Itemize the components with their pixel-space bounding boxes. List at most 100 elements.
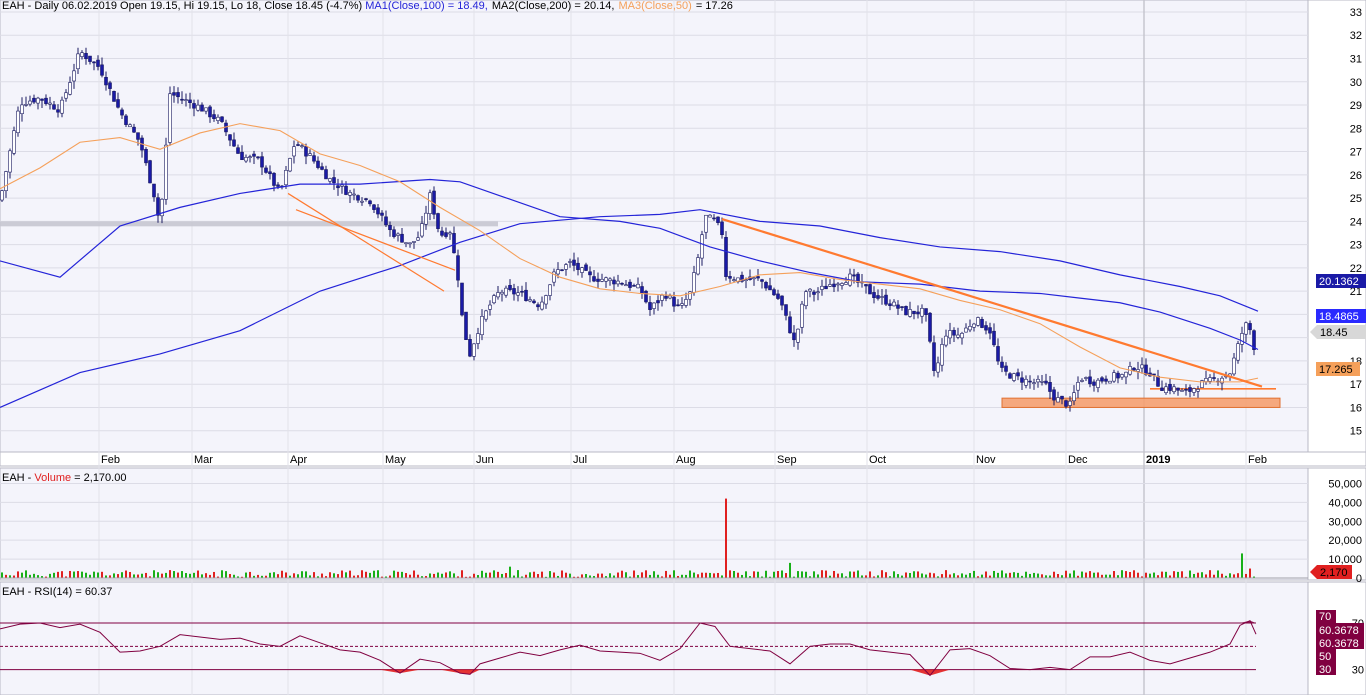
candle-body xyxy=(980,319,984,328)
volume-bar xyxy=(805,571,807,578)
candle-body xyxy=(128,124,132,128)
volume-bar xyxy=(181,571,183,578)
candle-body xyxy=(288,158,292,172)
ma2-label: MA2(Close,200) = 20.14, xyxy=(492,0,615,12)
volume-bar xyxy=(941,574,943,578)
candle-body xyxy=(272,172,276,186)
volume-bar xyxy=(713,573,715,578)
volume-bar xyxy=(1073,570,1075,578)
price-tick-label: 29 xyxy=(1350,100,1362,112)
candle-body xyxy=(164,144,168,200)
candle-body xyxy=(668,295,672,299)
volume-bar xyxy=(69,570,71,578)
volume-bar xyxy=(205,573,207,578)
volume-bar xyxy=(25,570,27,578)
candle-body xyxy=(76,53,80,70)
volume-bar xyxy=(1025,571,1027,578)
candle-body xyxy=(864,284,868,287)
candle-body xyxy=(1016,372,1020,377)
rsi-panel[interactable] xyxy=(0,581,1309,695)
volume-header-value: = 2,170.00 xyxy=(71,472,126,484)
volume-bar xyxy=(157,572,159,578)
price-header-info: - Daily 06.02.2019 Open 19.15, Hi 19.15,… xyxy=(25,0,366,12)
candle-body xyxy=(916,311,920,315)
candle-body xyxy=(620,282,624,285)
volume-bar xyxy=(273,572,275,578)
volume-bar xyxy=(953,573,955,578)
candle-body xyxy=(480,316,484,336)
volume-bar xyxy=(61,571,63,578)
candle-body xyxy=(712,217,716,220)
candle-body xyxy=(220,116,224,122)
volume-bar xyxy=(401,571,403,578)
candle-body xyxy=(116,99,120,108)
volume-bar xyxy=(141,573,143,578)
volume-bar xyxy=(1145,572,1147,578)
volume-bar xyxy=(77,571,79,578)
candle-body xyxy=(136,132,140,140)
candle-body xyxy=(640,286,644,294)
candle-body xyxy=(796,328,800,343)
volume-bar xyxy=(221,570,223,578)
volume-panel[interactable] xyxy=(0,467,1309,581)
volume-bar xyxy=(313,572,315,578)
candle-body xyxy=(616,280,620,285)
candle-body xyxy=(348,192,352,196)
candle-body xyxy=(176,92,180,98)
candle-body xyxy=(356,195,360,201)
candle-body xyxy=(316,160,320,168)
candle-body xyxy=(148,160,152,184)
candle-body xyxy=(208,106,212,118)
candle-body xyxy=(960,333,964,339)
candle-body xyxy=(296,144,300,146)
volume-bar xyxy=(561,570,563,578)
volume-bar xyxy=(921,573,923,578)
volume-bar xyxy=(393,570,395,578)
volume-bar xyxy=(281,570,283,578)
candle-body xyxy=(724,237,728,277)
candle-body xyxy=(836,283,840,286)
candle-body xyxy=(488,304,492,310)
candle-body xyxy=(928,312,932,342)
candle-body xyxy=(256,156,260,159)
volume-bar xyxy=(1133,570,1135,578)
candle-body xyxy=(188,99,192,103)
volume-bar xyxy=(541,571,543,578)
volume-bar xyxy=(1181,571,1183,578)
candle-body xyxy=(196,104,200,111)
candle-body xyxy=(1000,361,1004,368)
rsi-value-tag-b: 60.3678 xyxy=(1319,638,1359,650)
volume-bar xyxy=(1221,573,1223,578)
candle-body xyxy=(692,272,696,293)
volume-header-sep: - xyxy=(25,472,35,484)
candle-body xyxy=(700,234,704,259)
candle-body xyxy=(680,303,684,306)
volume-bar xyxy=(789,562,791,578)
price-tick-label: 27 xyxy=(1350,147,1362,159)
volume-bar xyxy=(973,570,975,578)
volume-bar xyxy=(1001,570,1003,578)
candle-body xyxy=(1156,375,1160,387)
volume-bar xyxy=(1193,573,1195,578)
month-label: 2019 xyxy=(1146,454,1170,466)
candle-body xyxy=(444,232,448,237)
candle-body xyxy=(80,52,84,57)
candle-body xyxy=(1028,380,1032,383)
candle-body xyxy=(676,304,680,307)
rsi-50-tag: 50 xyxy=(1319,651,1331,663)
volume-bar xyxy=(553,572,555,578)
candle-body xyxy=(920,308,924,317)
volume-bar xyxy=(913,571,915,578)
candle-body xyxy=(1144,364,1148,375)
ma1-label: MA1(Close,100) = 18.49, xyxy=(365,0,488,12)
volume-bar xyxy=(1229,573,1231,578)
candle-body xyxy=(456,255,460,281)
candle-body xyxy=(40,98,44,101)
volume-bar xyxy=(405,573,407,578)
volume-bar xyxy=(581,574,583,578)
candle-body xyxy=(832,283,836,288)
volume-bar xyxy=(969,573,971,578)
candle-body xyxy=(240,151,244,161)
candle-body xyxy=(988,327,992,334)
candle-body xyxy=(1124,371,1128,378)
